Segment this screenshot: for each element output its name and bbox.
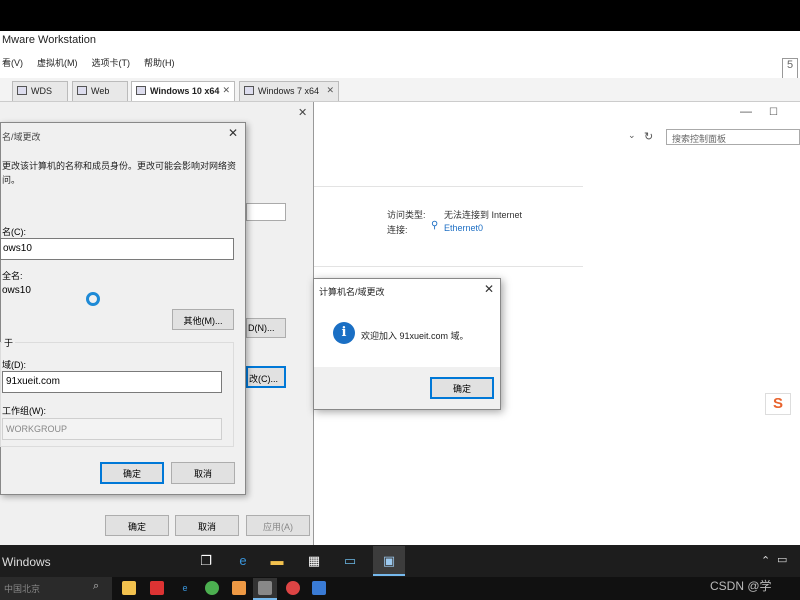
close-icon[interactable]: ✕ bbox=[326, 85, 334, 96]
welcome-message: 欢迎加入 91xueit.com 域。 bbox=[361, 331, 469, 341]
connection-link[interactable]: Ethernet0 bbox=[444, 223, 483, 233]
maximize-icon[interactable]: ☐ bbox=[769, 107, 778, 118]
dialog-title: 计算机名/域更改 bbox=[319, 287, 385, 297]
network-id-button[interactable]: D(N)... bbox=[246, 318, 286, 338]
cancel-button[interactable]: 取消 bbox=[175, 515, 239, 536]
app-icon[interactable] bbox=[286, 581, 300, 595]
computer-description-field[interactable] bbox=[246, 203, 286, 221]
close-icon[interactable]: ✕ bbox=[228, 126, 238, 140]
vmware-title: Mware Workstation bbox=[0, 31, 800, 51]
tab-label: Windows 7 x64 bbox=[258, 86, 320, 96]
full-name-value: ows10 bbox=[2, 285, 31, 296]
app-icon[interactable] bbox=[205, 581, 219, 595]
vm-icon bbox=[244, 86, 254, 95]
edge-icon[interactable]: e bbox=[178, 581, 192, 595]
watermark-text: CSDN @学 bbox=[710, 579, 772, 593]
word-icon[interactable] bbox=[312, 581, 326, 595]
domain-input[interactable]: 91xueit.com bbox=[2, 371, 222, 393]
ok-button[interactable]: 确定 bbox=[105, 515, 169, 536]
connection-label: 连接: bbox=[387, 225, 408, 235]
computer-name-input[interactable]: ows10 bbox=[0, 238, 234, 260]
chevron-up-icon[interactable]: ⌃ bbox=[761, 554, 770, 567]
host-taskbar bbox=[0, 577, 800, 600]
ime-icon[interactable]: S bbox=[765, 393, 791, 415]
ethernet-icon: ⚲ bbox=[431, 220, 439, 231]
activate-windows-text: Windows bbox=[2, 555, 51, 569]
menu-vm[interactable]: 虚拟机(M) bbox=[37, 56, 78, 78]
tab-windows7[interactable]: Windows 7 x64 ✕ bbox=[239, 81, 339, 101]
full-name-label: 全名: bbox=[2, 271, 23, 281]
refresh-icon[interactable]: ↻ bbox=[644, 130, 653, 143]
tab-label: Web bbox=[91, 86, 110, 96]
tab-windows10[interactable]: Windows 10 x64 ✕ bbox=[131, 81, 235, 101]
ok-button[interactable]: 确定 bbox=[430, 377, 494, 399]
menu-tabs[interactable]: 选项卡(T) bbox=[92, 56, 131, 78]
minimize-icon[interactable]: — bbox=[740, 104, 752, 118]
workgroup-input[interactable]: WORKGROUP bbox=[2, 418, 222, 440]
vm-icon bbox=[77, 86, 87, 95]
ok-button[interactable]: 确定 bbox=[100, 462, 164, 484]
network-window-icon[interactable]: ▭ bbox=[341, 552, 359, 570]
tab-wds[interactable]: WDS bbox=[12, 81, 68, 101]
tab-web[interactable]: Web bbox=[72, 81, 128, 101]
network-tray-icon[interactable]: ▭ bbox=[777, 553, 787, 566]
dialog-description: 更改该计算机的名称和成员身份。更改可能会影响对网络资 bbox=[2, 161, 237, 171]
dialog-title: 名/域更改 bbox=[2, 132, 41, 142]
close-icon[interactable]: ✕ bbox=[222, 85, 230, 96]
domain-label: 域(D): bbox=[2, 360, 26, 370]
access-type-value: 无法连接到 Internet bbox=[444, 210, 523, 220]
vmware-icon bbox=[258, 581, 272, 595]
workgroup-label: 工作组(W): bbox=[2, 406, 46, 416]
vmware-logo-icon: 5 bbox=[782, 58, 798, 80]
search-icon[interactable]: ⌕ bbox=[93, 580, 99, 593]
loading-spinner-icon bbox=[86, 292, 100, 306]
vmware-menubar: 看(V) 虚拟机(M) 选项卡(T) 帮助(H) bbox=[0, 51, 800, 78]
info-icon: i bbox=[333, 322, 355, 344]
vm-icon bbox=[136, 86, 146, 95]
folder-icon[interactable] bbox=[122, 581, 136, 595]
cancel-button[interactable]: 取消 bbox=[171, 462, 235, 484]
other-button[interactable]: 其他(M)... bbox=[172, 309, 234, 330]
dialog-description: 问。 bbox=[2, 175, 21, 185]
close-icon[interactable]: ✕ bbox=[484, 282, 494, 296]
vmware-tab-bar: WDS Web Windows 10 x64 ✕ Windows 7 x64 ✕ bbox=[0, 78, 800, 102]
divider bbox=[313, 266, 583, 267]
tab-label: Windows 10 x64 bbox=[150, 86, 220, 96]
menu-help[interactable]: 帮助(H) bbox=[144, 56, 175, 78]
edge-icon[interactable]: e bbox=[234, 552, 252, 570]
control-panel-search-input[interactable]: 搜索控制面板 bbox=[666, 129, 800, 145]
computer-name-label: 名(C): bbox=[2, 227, 26, 237]
file-explorer-icon[interactable]: ▬ bbox=[268, 552, 286, 570]
access-type-label: 访问类型: bbox=[387, 210, 426, 220]
store-icon[interactable]: ▦ bbox=[305, 552, 323, 570]
vm-icon bbox=[17, 86, 27, 95]
change-button[interactable]: 改(C)... bbox=[246, 366, 286, 388]
app-icon[interactable] bbox=[150, 581, 164, 595]
app-icon[interactable] bbox=[232, 581, 246, 595]
member-of-label: 于 bbox=[2, 336, 16, 349]
task-view-icon[interactable]: ❐ bbox=[197, 552, 215, 570]
close-icon[interactable]: ✕ bbox=[298, 106, 307, 119]
divider bbox=[313, 186, 583, 187]
chevron-down-icon[interactable]: ⌄ bbox=[628, 130, 636, 141]
menu-view[interactable]: 看(V) bbox=[2, 56, 23, 78]
tab-label: WDS bbox=[31, 86, 52, 96]
apply-button[interactable]: 应用(A) bbox=[246, 515, 310, 536]
computer-icon: ▣ bbox=[382, 553, 396, 568]
